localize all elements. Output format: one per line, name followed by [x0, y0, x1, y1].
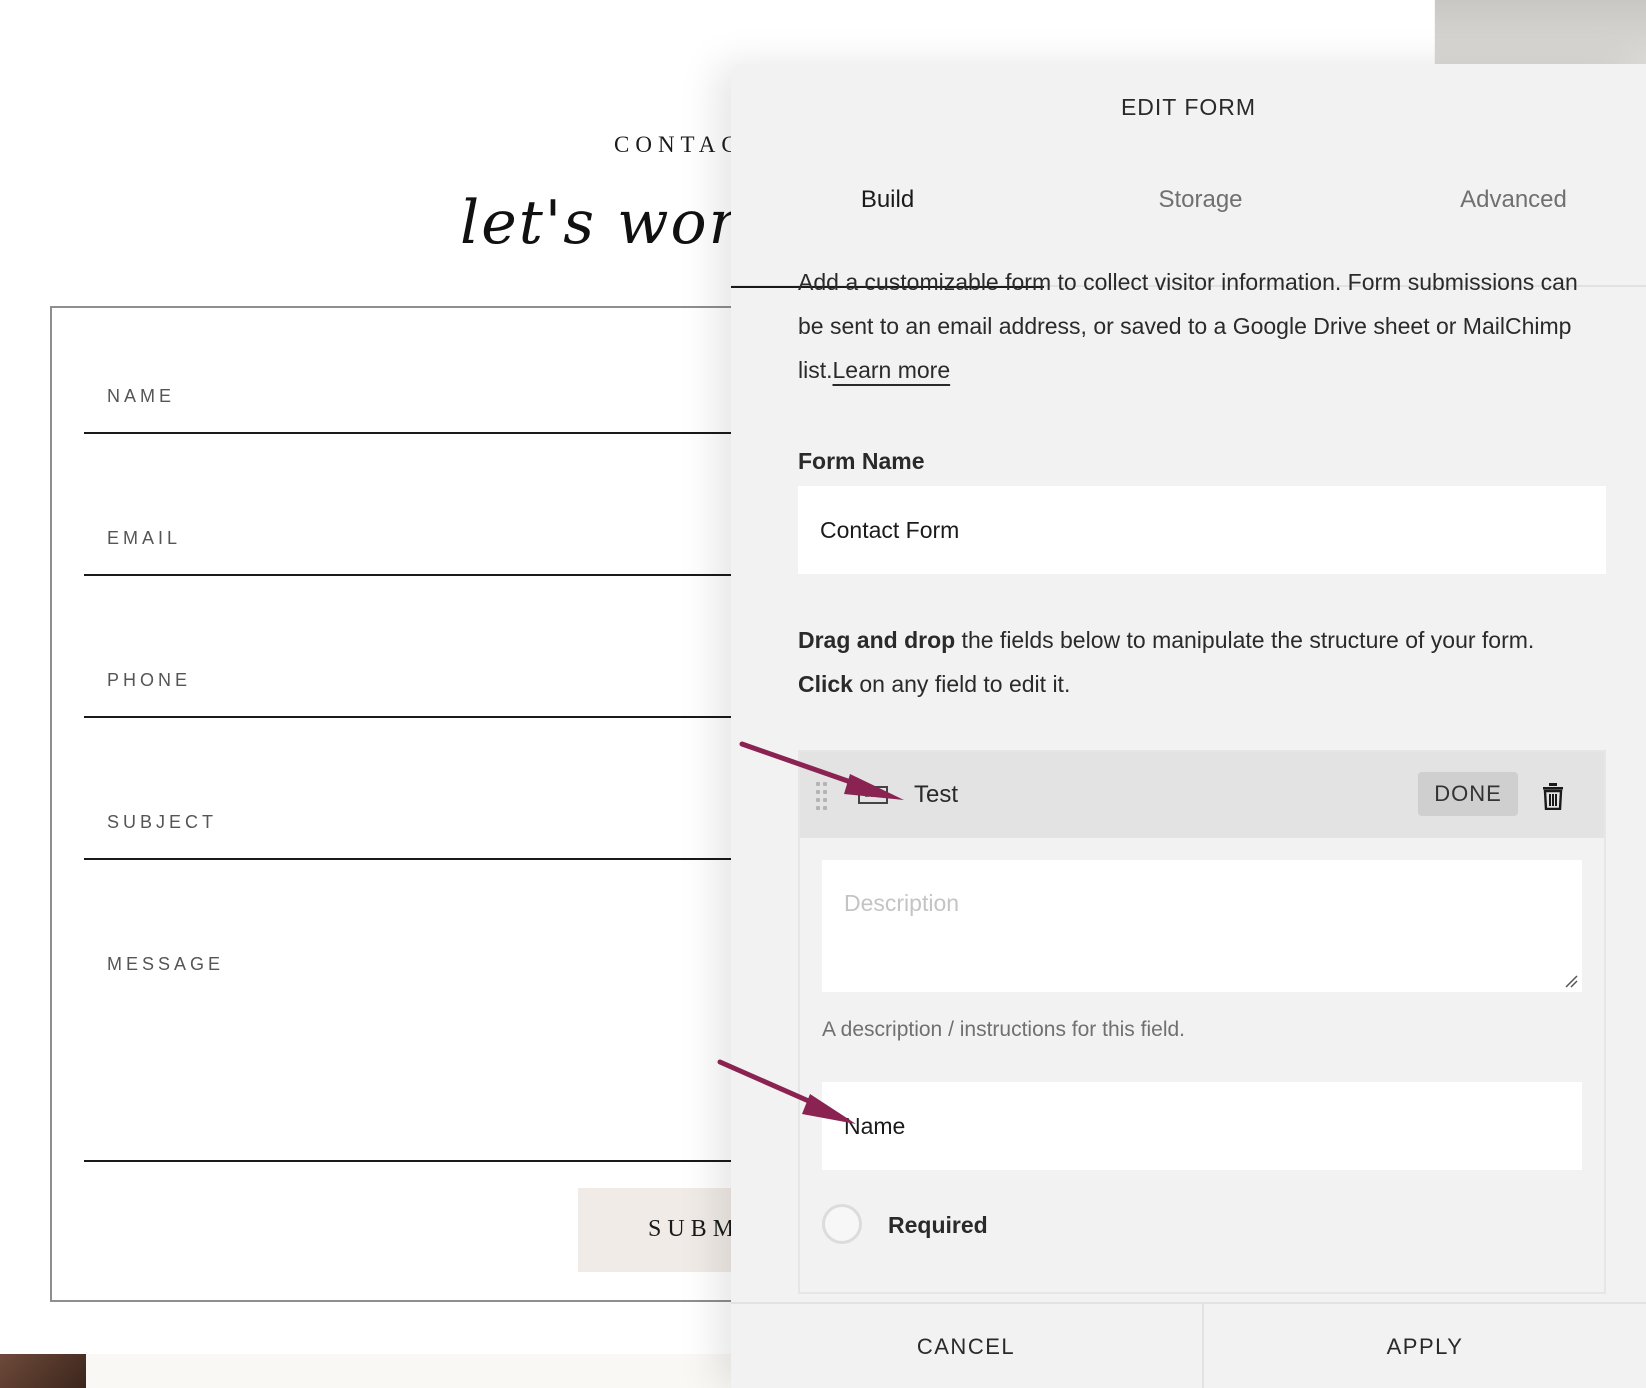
form-field-label: NAME	[107, 386, 176, 406]
required-radio[interactable]	[822, 1204, 862, 1244]
trash-icon[interactable]	[1540, 782, 1566, 810]
resize-grip-icon[interactable]	[1564, 974, 1578, 988]
form-field-label: MESSAGE	[107, 954, 225, 974]
click-text: on any field to edit it.	[852, 671, 1071, 697]
cancel-button[interactable]: CANCEL	[731, 1304, 1201, 1388]
apply-button[interactable]: APPLY	[1202, 1304, 1646, 1388]
form-field-email[interactable]: EMAIL	[84, 528, 804, 576]
contact-form-preview: NAME EMAIL PHONE SUBJECT MESSAGE SUBM	[50, 306, 838, 1302]
drag-drop-bold: Drag and drop	[798, 627, 956, 653]
drag-drop-text: the fields below to manipulate the struc…	[955, 627, 1535, 653]
form-field-label: PHONE	[107, 670, 192, 690]
panel-title: EDIT FORM	[1120, 94, 1257, 120]
form-field-label: EMAIL	[107, 528, 182, 548]
intro-text: Add a customizable form to collect visit…	[798, 260, 1578, 392]
abc-icon: abc	[858, 786, 888, 804]
background-bottom-section	[0, 1354, 760, 1388]
click-bold: Click	[798, 671, 853, 697]
description-textarea[interactable]	[822, 860, 1582, 992]
drag-handle-icon[interactable]	[816, 782, 828, 810]
panel-footer: CANCEL APPLY	[731, 1302, 1646, 1388]
form-name-label: Form Name	[798, 448, 925, 474]
description-help-text: A description / instructions for this fi…	[822, 1018, 1185, 1041]
edit-form-panel: EDIT FORM Build Storage Advanced Add a c…	[731, 64, 1646, 1388]
field-header[interactable]: abc Test DONE	[800, 752, 1604, 838]
background-photo	[0, 1354, 86, 1388]
submit-button-label: SUBM	[648, 1216, 741, 1242]
learn-more-link[interactable]: Learn more	[833, 357, 951, 383]
form-field-message[interactable]: MESSAGE	[84, 954, 804, 1162]
done-button[interactable]: DONE	[1418, 772, 1518, 816]
field-name-input[interactable]	[822, 1082, 1582, 1170]
contact-eyebrow: CONTAC	[614, 132, 743, 157]
form-field-name[interactable]: NAME	[84, 386, 804, 434]
form-field-phone[interactable]: PHONE	[84, 670, 804, 718]
drag-drop-instructions: Drag and drop the fields below to manipu…	[798, 618, 1578, 706]
form-field-label: SUBJECT	[107, 812, 218, 832]
field-title: Test	[914, 781, 959, 808]
required-label: Required	[888, 1212, 988, 1238]
form-name-input[interactable]	[798, 486, 1606, 574]
field-editor-card: abc Test DONE A description / instructio…	[798, 750, 1606, 1294]
background-image-top	[1435, 0, 1646, 65]
form-field-subject[interactable]: SUBJECT	[84, 812, 804, 860]
